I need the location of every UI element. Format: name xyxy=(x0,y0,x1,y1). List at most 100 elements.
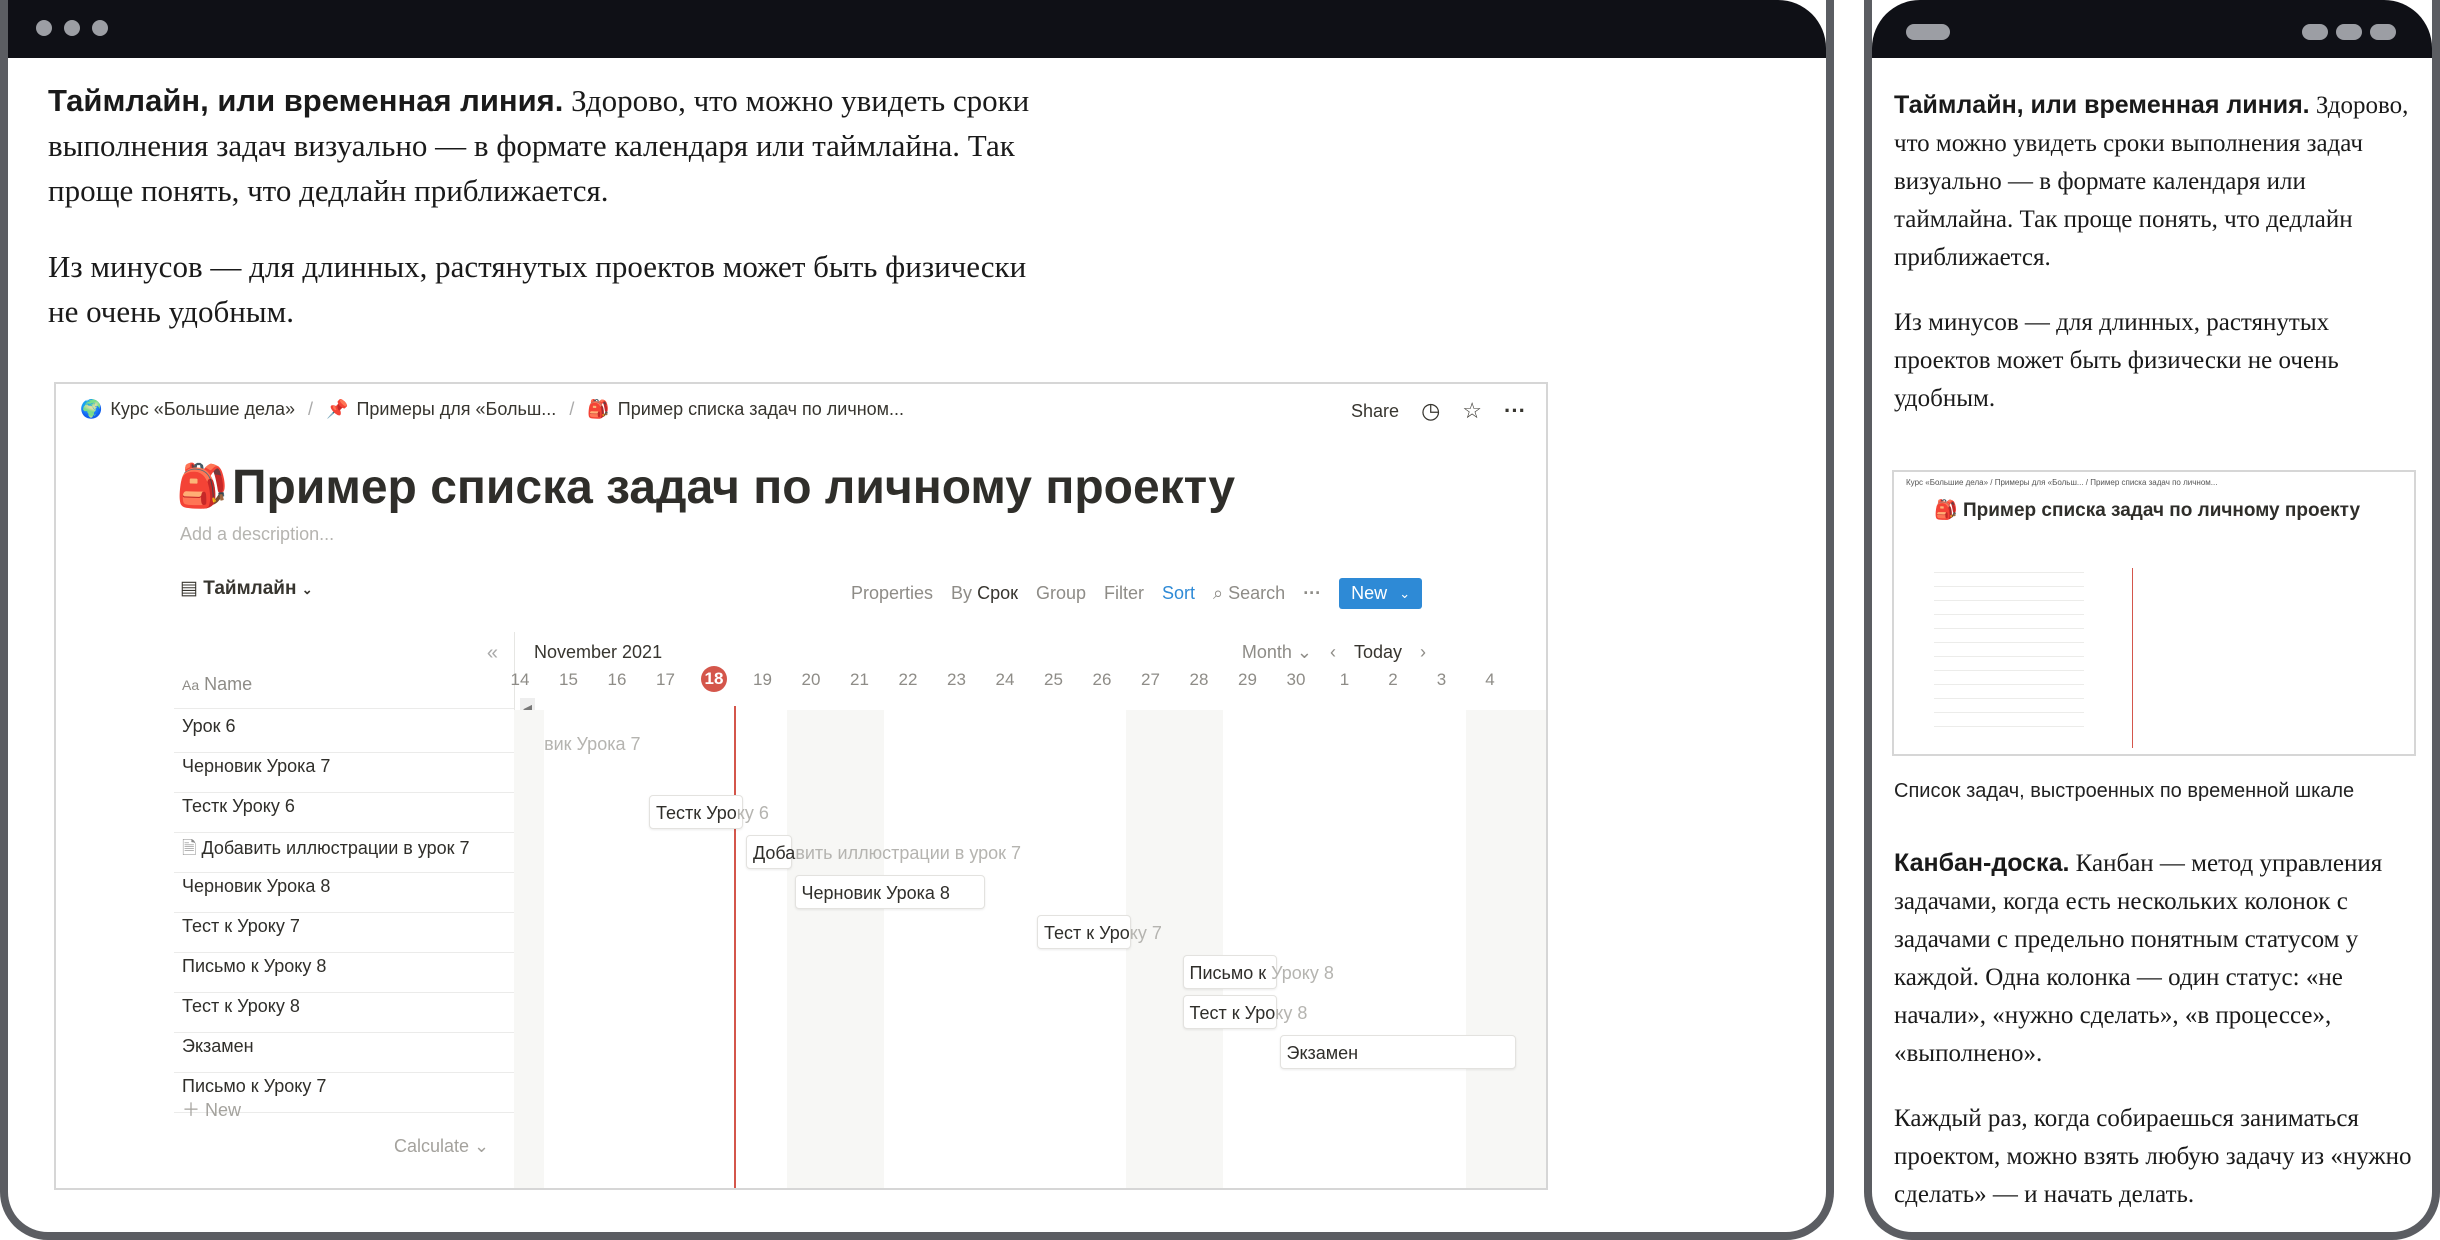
window-dot[interactable] xyxy=(36,20,52,36)
weekend-column xyxy=(786,710,884,1188)
day-tick: 23 xyxy=(947,670,966,689)
window-dot[interactable] xyxy=(92,20,108,36)
timeline-bar[interactable]: Экзамен xyxy=(1279,1035,1516,1069)
mini-page-title: 🎒 Пример списка задач по личному проекту xyxy=(1934,500,2361,521)
mini-row-line xyxy=(1934,572,2084,573)
share-button[interactable]: Share xyxy=(1351,401,1399,422)
more-icon[interactable]: ··· xyxy=(1303,583,1321,604)
chevron-left-icon[interactable]: ‹ xyxy=(1330,642,1336,663)
table-row[interactable]: Черновик Урока 7 xyxy=(182,756,330,777)
mini-row-line xyxy=(1934,642,2084,643)
table-row[interactable]: Экзамен xyxy=(182,1036,254,1057)
timeline-bar[interactable]: Черновик Урока 8 xyxy=(794,875,985,909)
description-placeholder[interactable]: Add a description... xyxy=(180,524,334,545)
table-row[interactable]: Черновик Урока 8 xyxy=(182,876,330,897)
day-tick: 21 xyxy=(850,670,869,689)
table-row[interactable]: Урок 6 xyxy=(182,716,236,737)
group-by-button[interactable]: By Срок xyxy=(951,583,1018,604)
window-dot[interactable] xyxy=(64,20,80,36)
add-row-button[interactable]: ＋ New xyxy=(182,1096,241,1122)
table-row[interactable]: Тестк Уроку 6 xyxy=(182,796,295,817)
window-pill[interactable] xyxy=(2336,24,2362,40)
clock-icon[interactable]: ◷ xyxy=(1421,398,1440,424)
table-row[interactable]: Письмо к Уроку 8 xyxy=(182,956,326,977)
search-button[interactable]: ⌕ Search xyxy=(1213,583,1285,604)
day-tick: 2 xyxy=(1388,670,1398,689)
day-tick: 28 xyxy=(1189,670,1209,689)
table-row[interactable]: 🗎 Добавить иллюстрации в урок 7 xyxy=(182,836,470,866)
mobile-paragraph-tasks: Каждый раз, когда собираешься заниматься… xyxy=(1894,1105,2412,1208)
weekend-column xyxy=(1465,710,1546,1188)
today-button[interactable]: Today xyxy=(1354,642,1402,663)
timeline-view-icon: ▤ xyxy=(180,578,198,599)
group-button[interactable]: Group xyxy=(1036,583,1086,604)
page-title: Пример списка задач по личному проекту xyxy=(232,461,1236,514)
day-tick: 24 xyxy=(995,670,1015,689)
article-paragraph-cons: Из минусов — для длинных, растянутых про… xyxy=(48,249,1027,329)
timeline-bar[interactable]: Добавить иллюстрации в урок 7 xyxy=(746,835,1021,869)
text-property-icon: Aa xyxy=(182,677,200,693)
day-tick: 30 xyxy=(1286,670,1306,689)
window-pill[interactable] xyxy=(2302,24,2328,40)
mini-row-line xyxy=(1934,684,2084,685)
mini-row-line xyxy=(1934,712,2084,713)
timeline-bar[interactable]: Тестк Уроку 6 xyxy=(649,795,769,829)
table-row[interactable]: Тест к Уроку 8 xyxy=(182,996,300,1017)
mini-breadcrumb: Курс «Большие дела» / Примеры для «Больш… xyxy=(1906,478,2218,487)
article-paragraph-timeline: Таймлайн, или временная линия. Здорово, … xyxy=(48,83,1030,208)
day-tick: 20 xyxy=(801,670,821,689)
day-tick: 19 xyxy=(753,670,772,689)
day-tick: 16 xyxy=(607,670,627,689)
top-actions: Share ◷ ☆ ··· xyxy=(1351,398,1526,424)
mobile-paragraph-cons: Из минусов — для длинных, растянутых про… xyxy=(1894,309,2339,412)
sort-button[interactable]: Sort xyxy=(1162,583,1195,604)
breadcrumb-item[interactable]: Курс «Большие дела» xyxy=(110,399,295,420)
today-line xyxy=(734,706,736,1188)
backpack-icon: 🎒 xyxy=(176,462,229,509)
new-button[interactable]: New ⌄ xyxy=(1339,578,1423,609)
mini-row-line xyxy=(1934,656,2084,657)
breadcrumb-item[interactable]: Пример списка задач по личном... xyxy=(618,399,904,420)
mini-row-line xyxy=(1934,600,2084,601)
image-caption: Список задач, выстроенных по временной ш… xyxy=(1894,780,2355,802)
scale-dropdown[interactable]: Month ⌄ xyxy=(1242,642,1312,663)
timeline-bar[interactable]: Тест к Уроку 8 xyxy=(1182,995,1307,1029)
name-column-header[interactable]: Aa Name xyxy=(182,674,252,695)
mini-row-line xyxy=(1934,726,2084,727)
mini-row-line xyxy=(1934,628,2084,629)
window-pill[interactable] xyxy=(2370,24,2396,40)
chevron-down-icon[interactable]: ⌄ xyxy=(1399,586,1410,602)
filter-button[interactable]: Filter xyxy=(1104,583,1144,604)
document-icon: 🗎 xyxy=(182,838,202,858)
timeline-navigation: Month ⌄ ‹ Today › xyxy=(1242,642,1426,663)
day-tick: 26 xyxy=(1092,670,1112,689)
calculate-button[interactable]: Calculate ⌄ xyxy=(394,1136,489,1157)
table-row[interactable]: Тест к Уроку 7 xyxy=(182,916,300,937)
window-pill[interactable] xyxy=(1906,24,1950,40)
notion-screenshot: 🌍 Курс «Большие дела» / 📌 Примеры для «Бол… xyxy=(54,382,1548,1190)
backpack-icon: 🎒 xyxy=(587,399,610,419)
backpack-icon: 🎒 xyxy=(1934,500,1958,521)
more-icon[interactable]: ··· xyxy=(1504,398,1526,424)
star-icon[interactable]: ☆ xyxy=(1462,398,1482,424)
weekend-column xyxy=(514,710,545,1188)
breadcrumb-item[interactable]: Примеры для «Больш... xyxy=(356,399,556,420)
view-selector[interactable]: ▤ Таймлайн ⌄ xyxy=(180,577,313,600)
mobile-title-bar xyxy=(1872,0,2432,58)
today-marker: 18 xyxy=(701,666,727,692)
timeline-bar[interactable]: Письмо к Уроку 8 xyxy=(1182,955,1334,989)
globe-icon: 🌍 xyxy=(80,399,103,419)
mini-row-line xyxy=(1934,586,2084,587)
chevron-right-icon[interactable]: › xyxy=(1420,642,1426,663)
properties-button[interactable]: Properties xyxy=(851,583,933,604)
timeline-bar[interactable]: Тест к Уроку 7 xyxy=(1037,915,1162,949)
database-toolbar: Properties By Срок Group Filter Sort ⌕ S… xyxy=(851,578,1423,609)
day-tick: 25 xyxy=(1044,670,1063,689)
collapse-icon[interactable]: « xyxy=(487,642,498,665)
mini-notion-screenshot: Курс «Большие дела» / Примеры для «Больш… xyxy=(1892,470,2416,756)
mini-today-line xyxy=(2132,568,2133,748)
day-tick: 22 xyxy=(898,670,918,689)
paragraph-bold-lead: Таймлайн, или временная линия. xyxy=(48,83,564,118)
table-row[interactable]: Письмо к Уроку 7 xyxy=(182,1076,326,1097)
mini-row-line xyxy=(1934,614,2084,615)
